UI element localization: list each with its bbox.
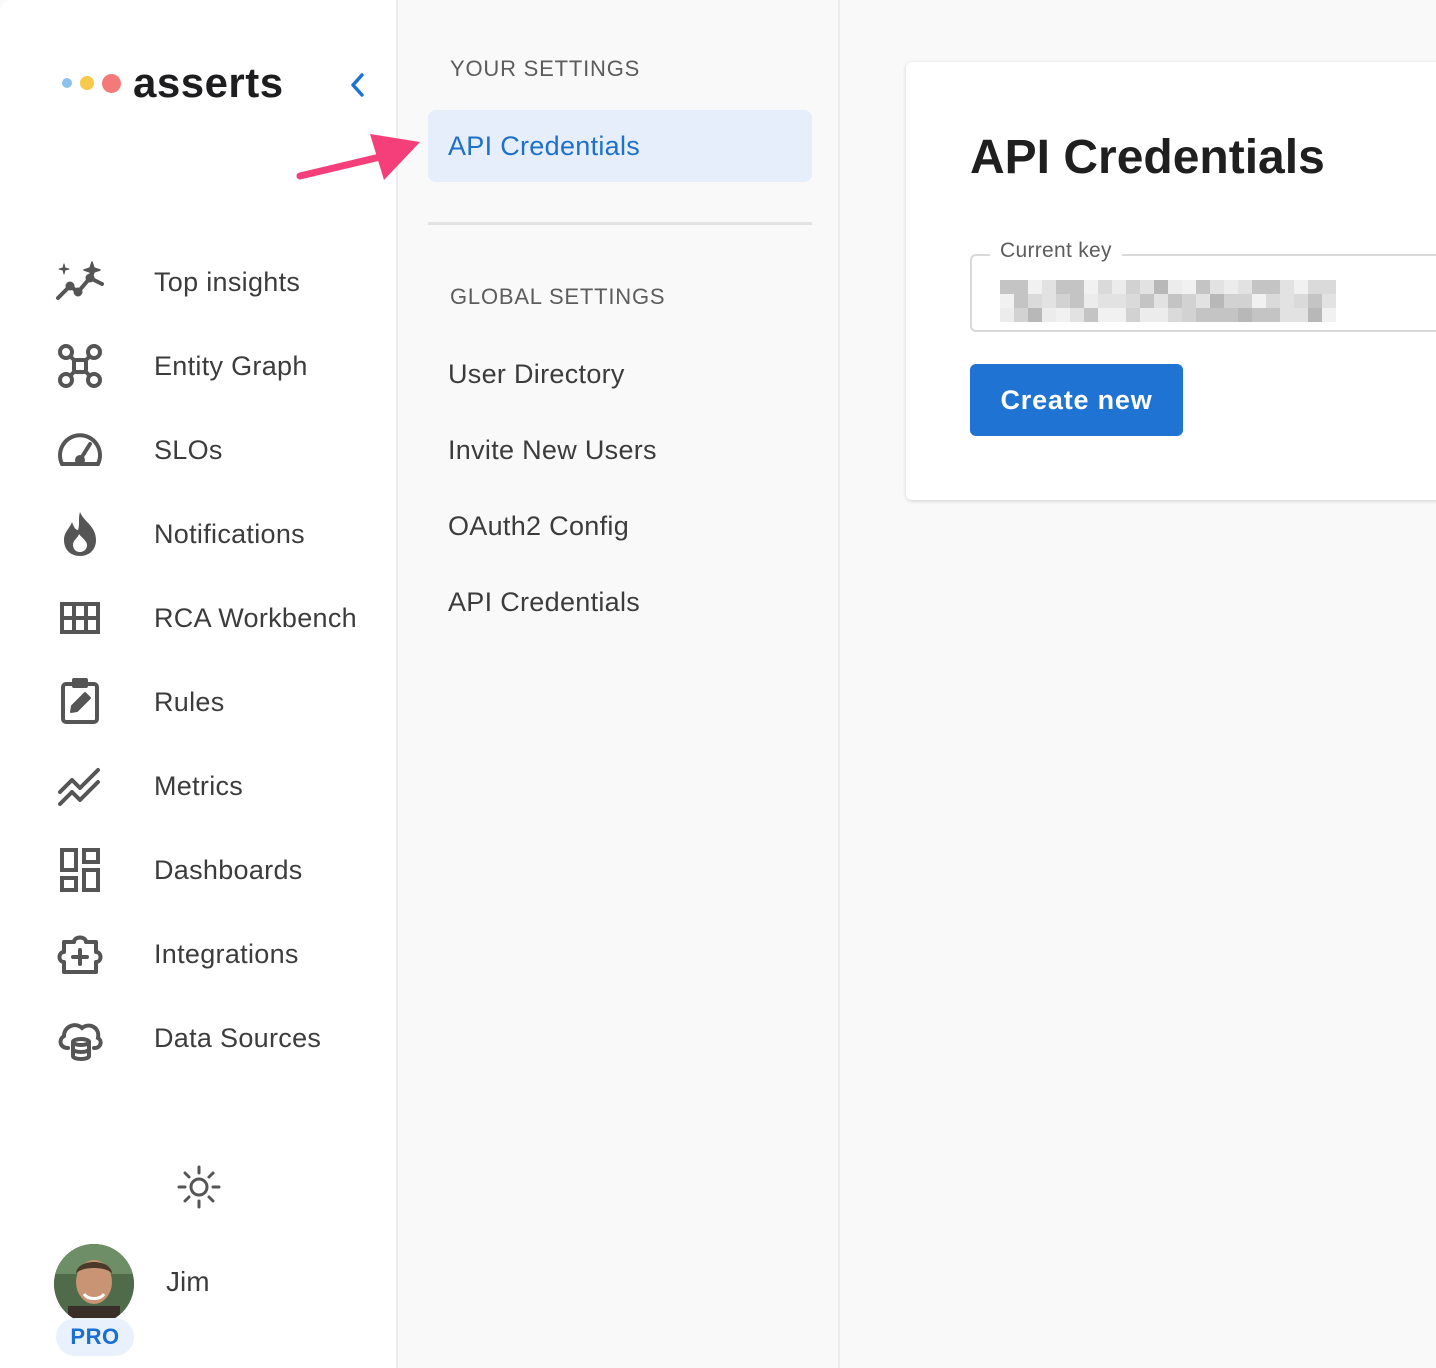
- cloud-database-icon: [54, 1012, 106, 1064]
- insights-sparkle-icon: [54, 256, 106, 308]
- settings-divider: [428, 222, 812, 225]
- main-sidebar: asserts Top insights Entity Graph SLOs N…: [0, 0, 398, 1368]
- flame-icon: [54, 508, 106, 560]
- pro-badge: PRO: [56, 1318, 134, 1356]
- current-key-field: Current key: [970, 239, 1436, 332]
- nav-label: Data Sources: [154, 1022, 322, 1053]
- current-key-label: Current key: [990, 239, 1122, 263]
- entity-graph-icon: [54, 340, 106, 392]
- global-settings-heading: GLOBAL SETTINGS: [450, 284, 666, 309]
- main-content: API Credentials Current key Create new: [842, 0, 1436, 1368]
- nav-label: Top insights: [154, 266, 301, 297]
- your-settings-heading: YOUR SETTINGS: [450, 56, 641, 81]
- collapse-sidebar-button[interactable]: [342, 70, 372, 100]
- nav-item-rules[interactable]: Rules: [0, 660, 396, 744]
- settings-panel: YOUR SETTINGS API Credentials GLOBAL SET…: [400, 0, 840, 1368]
- speedometer-icon: [54, 424, 106, 476]
- user-name: Jim: [166, 1266, 210, 1297]
- nav-item-dashboards[interactable]: Dashboards: [0, 828, 396, 912]
- nav-label: SLOs: [154, 434, 223, 465]
- add-integration-icon: [54, 928, 106, 980]
- settings-item-my-api-credentials[interactable]: API Credentials: [428, 110, 812, 182]
- nav-item-entity-graph[interactable]: Entity Graph: [0, 324, 396, 408]
- nav-label: Integrations: [154, 938, 299, 969]
- logo-dot-yellow: [80, 76, 94, 90]
- logo-dot-blue: [62, 78, 72, 88]
- stacked-line-chart-icon: [54, 760, 106, 812]
- settings-item-invite-new-users[interactable]: Invite New Users: [428, 414, 812, 486]
- chevron-left-icon: [351, 73, 364, 97]
- edit-clipboard-icon: [54, 676, 106, 728]
- theme-toggle-button[interactable]: [174, 1162, 224, 1212]
- nav-item-notifications[interactable]: Notifications: [0, 492, 396, 576]
- nav-label: Metrics: [154, 770, 244, 801]
- logo-dot-red: [102, 73, 121, 93]
- avatar[interactable]: [54, 1244, 134, 1324]
- nav-item-data-sources[interactable]: Data Sources: [0, 996, 396, 1080]
- current-key-input[interactable]: [998, 278, 1338, 318]
- nav-label: Entity Graph: [154, 350, 308, 381]
- nav-item-top-insights[interactable]: Top insights: [0, 240, 396, 324]
- nav-label: RCA Workbench: [154, 602, 357, 633]
- nav-label: Rules: [154, 686, 225, 717]
- grid-table-icon: [54, 592, 106, 644]
- nav-item-metrics[interactable]: Metrics: [0, 744, 396, 828]
- settings-item-global-api-credentials[interactable]: API Credentials: [428, 566, 812, 638]
- nav-item-slos[interactable]: SLOs: [0, 408, 396, 492]
- sun-icon: [177, 1165, 221, 1209]
- nav-label: Notifications: [154, 518, 305, 549]
- annotation-arrow-icon: [296, 134, 420, 180]
- nav-item-integrations[interactable]: Integrations: [0, 912, 396, 996]
- settings-item-user-directory[interactable]: User Directory: [428, 338, 812, 410]
- page-title: API Credentials: [970, 131, 1325, 184]
- settings-item-oauth2-config[interactable]: OAuth2 Config: [428, 490, 812, 562]
- asserts-logo[interactable]: asserts: [62, 58, 284, 108]
- api-credentials-card: API Credentials Current key Create new: [906, 62, 1436, 500]
- nav-label: Dashboards: [154, 854, 303, 885]
- brand-name: asserts: [133, 59, 284, 106]
- nav-item-rca-workbench[interactable]: RCA Workbench: [0, 576, 396, 660]
- create-new-button[interactable]: Create new: [970, 364, 1183, 436]
- dashboard-icon: [54, 844, 106, 896]
